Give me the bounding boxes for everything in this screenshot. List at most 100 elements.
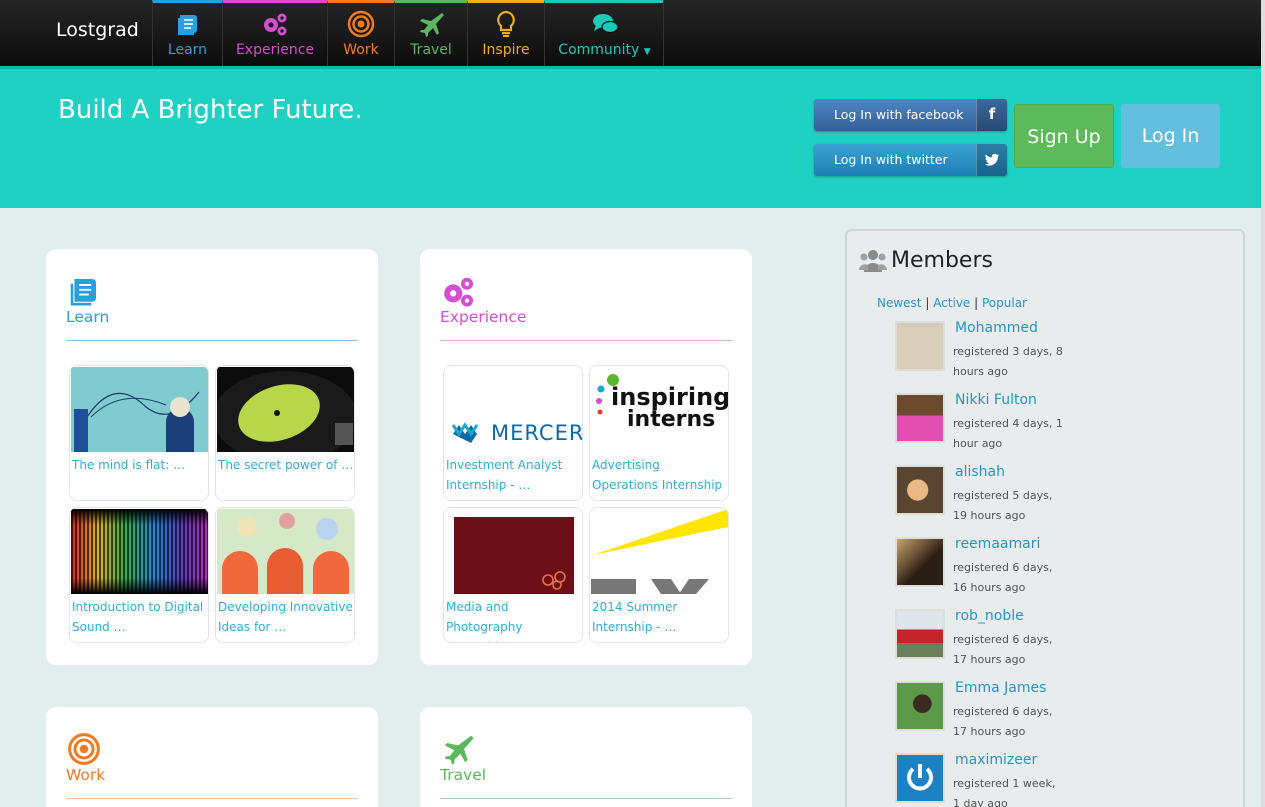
learn-item-innovative-ideas[interactable]: Developing Innovative Ideas for … bbox=[215, 507, 355, 643]
avatar[interactable] bbox=[895, 609, 945, 659]
login-button[interactable]: Log In bbox=[1121, 104, 1220, 168]
mercer-logo: MERCER bbox=[445, 367, 582, 452]
member-item: reemaamari registered 6 days, 16 hours a… bbox=[895, 536, 1215, 608]
nav-label-work: Work bbox=[343, 42, 379, 58]
book-icon bbox=[177, 15, 197, 35]
member-registered: registered 6 days, 17 hours ago bbox=[953, 705, 1053, 738]
nav-community[interactable]: Community ▼ bbox=[544, 0, 664, 66]
avatar[interactable] bbox=[895, 321, 945, 371]
twitter-login-button[interactable]: Log In with twitter bbox=[814, 144, 1007, 176]
caret-down-icon: ▼ bbox=[643, 47, 651, 57]
member-registered: registered 1 week, 1 day ago bbox=[953, 777, 1056, 807]
facebook-login-label: Log In with facebook bbox=[834, 107, 964, 122]
experience-item-caption: 2014 Summer Internship - … bbox=[592, 600, 678, 634]
members-filters: Newest | Active | Popular bbox=[877, 296, 1027, 310]
avatar[interactable] bbox=[895, 681, 945, 731]
ideas-thumbnail bbox=[217, 509, 354, 594]
twitter-login-label: Log In with twitter bbox=[834, 152, 948, 167]
member-name[interactable]: Emma James bbox=[955, 680, 1046, 696]
filter-active[interactable]: Active bbox=[933, 296, 970, 310]
member-registered: registered 6 days, 16 hours ago bbox=[953, 561, 1053, 594]
mercer-wordmark: MERCER bbox=[491, 421, 582, 445]
member-name[interactable]: alishah bbox=[955, 464, 1005, 480]
signup-button[interactable]: Sign Up bbox=[1014, 104, 1114, 168]
experience-item-summer-internship[interactable]: 2014 Summer Internship - … bbox=[589, 507, 729, 643]
nav-label-inspire: Inspire bbox=[482, 42, 530, 58]
member-item: Nikki Fulton registered 4 days, 1 hour a… bbox=[895, 392, 1215, 464]
learn-item-secret[interactable]: The secret power of … bbox=[215, 365, 355, 501]
vinyl-thumbnail bbox=[217, 367, 354, 452]
member-name[interactable]: Mohammed bbox=[955, 320, 1038, 336]
members-title: Members bbox=[891, 248, 993, 273]
experience-divider bbox=[440, 340, 732, 341]
member-registered: registered 4 days, 1 hour ago bbox=[953, 417, 1063, 450]
travel-card: Travel bbox=[420, 707, 752, 807]
nav-travel[interactable]: Travel bbox=[394, 0, 467, 66]
mind-thumbnail bbox=[71, 367, 208, 452]
lightbulb-icon bbox=[497, 10, 515, 37]
hero-tagline: Build A Brighter Future. bbox=[58, 95, 363, 125]
avatar[interactable] bbox=[895, 753, 945, 803]
page-scrollbar[interactable] bbox=[1261, 0, 1265, 807]
work-divider bbox=[66, 798, 358, 799]
chat-icon bbox=[592, 14, 619, 34]
work-title[interactable]: Work bbox=[66, 766, 105, 784]
member-item: alishah registered 5 days, 19 hours ago bbox=[895, 464, 1215, 536]
avatar[interactable] bbox=[895, 465, 945, 515]
gears-icon bbox=[264, 13, 287, 36]
facebook-icon: f bbox=[976, 99, 1007, 131]
nav-learn[interactable]: Learn bbox=[152, 0, 222, 66]
nav-label-community: Community ▼ bbox=[558, 42, 651, 58]
sound-thumbnail bbox=[71, 509, 208, 594]
travel-title[interactable]: Travel bbox=[440, 766, 486, 784]
experience-item-investment-analyst[interactable]: MERCER Investment Analyst Internship - … bbox=[443, 365, 583, 501]
power-icon bbox=[907, 764, 933, 791]
member-registered: registered 6 days, 17 hours ago bbox=[953, 633, 1053, 666]
users-icon bbox=[859, 250, 887, 272]
learn-item-digital-sound[interactable]: Introduction to Digital Sound … bbox=[69, 507, 209, 643]
nav-label-experience: Experience bbox=[235, 42, 315, 58]
member-registered: registered 3 days, 8 hours ago bbox=[953, 345, 1063, 378]
learn-card: Learn The mind is flat: … The secret pow… bbox=[46, 249, 378, 665]
member-name[interactable]: rob_noble bbox=[955, 608, 1024, 624]
site-brand[interactable]: Lostgrad bbox=[56, 19, 139, 41]
target-icon bbox=[347, 10, 375, 38]
member-name[interactable]: maximizeer bbox=[955, 752, 1037, 768]
experience-item-caption: Advertising Operations Internship bbox=[592, 458, 723, 492]
ey-thumbnail bbox=[591, 509, 728, 594]
interns-wordmark: interns bbox=[627, 407, 716, 432]
book-icon bbox=[70, 279, 96, 306]
member-item: Emma James registered 6 days, 17 hours a… bbox=[895, 680, 1215, 752]
nav-experience[interactable]: Experience bbox=[222, 0, 327, 66]
experience-card: Experience MERCER Investment Analyst Int… bbox=[420, 249, 752, 665]
facebook-login-button[interactable]: Log In with facebook f bbox=[814, 99, 1007, 131]
experience-item-advertising-ops[interactable]: inspiring interns Advertising Operations… bbox=[589, 365, 729, 501]
avatar[interactable] bbox=[895, 393, 945, 443]
filter-popular[interactable]: Popular bbox=[982, 296, 1027, 310]
plane-icon bbox=[444, 735, 474, 765]
gears-icon bbox=[444, 277, 473, 307]
travel-divider bbox=[440, 798, 732, 799]
experience-item-media-photography[interactable]: Media and Photography internship … bbox=[443, 507, 583, 643]
learn-item-caption: Introduction to Digital Sound … bbox=[72, 600, 204, 634]
twitter-icon bbox=[976, 144, 1007, 176]
members-widget: Members Newest | Active | Popular Mohamm… bbox=[845, 229, 1245, 807]
nav-work[interactable]: Work bbox=[327, 0, 394, 66]
experience-item-caption: Investment Analyst Internship - … bbox=[446, 458, 563, 492]
target-icon bbox=[68, 733, 100, 765]
learn-item-mind[interactable]: The mind is flat: … bbox=[69, 365, 209, 501]
member-name[interactable]: reemaamari bbox=[955, 536, 1040, 552]
learn-item-caption: The mind is flat: … bbox=[72, 458, 186, 472]
work-card: Work bbox=[46, 707, 378, 807]
learn-title[interactable]: Learn bbox=[66, 308, 109, 326]
experience-item-caption: Media and Photography internship … bbox=[446, 600, 523, 642]
filter-newest[interactable]: Newest bbox=[877, 296, 922, 310]
avatar[interactable] bbox=[895, 537, 945, 587]
plane-icon bbox=[420, 13, 444, 37]
learn-item-caption: Developing Innovative Ideas for … bbox=[218, 600, 353, 634]
experience-title[interactable]: Experience bbox=[440, 308, 526, 326]
nav-inspire[interactable]: Inspire bbox=[467, 0, 544, 66]
member-name[interactable]: Nikki Fulton bbox=[955, 392, 1037, 408]
nav-divider bbox=[663, 0, 664, 66]
learn-item-caption: The secret power of … bbox=[218, 458, 354, 472]
